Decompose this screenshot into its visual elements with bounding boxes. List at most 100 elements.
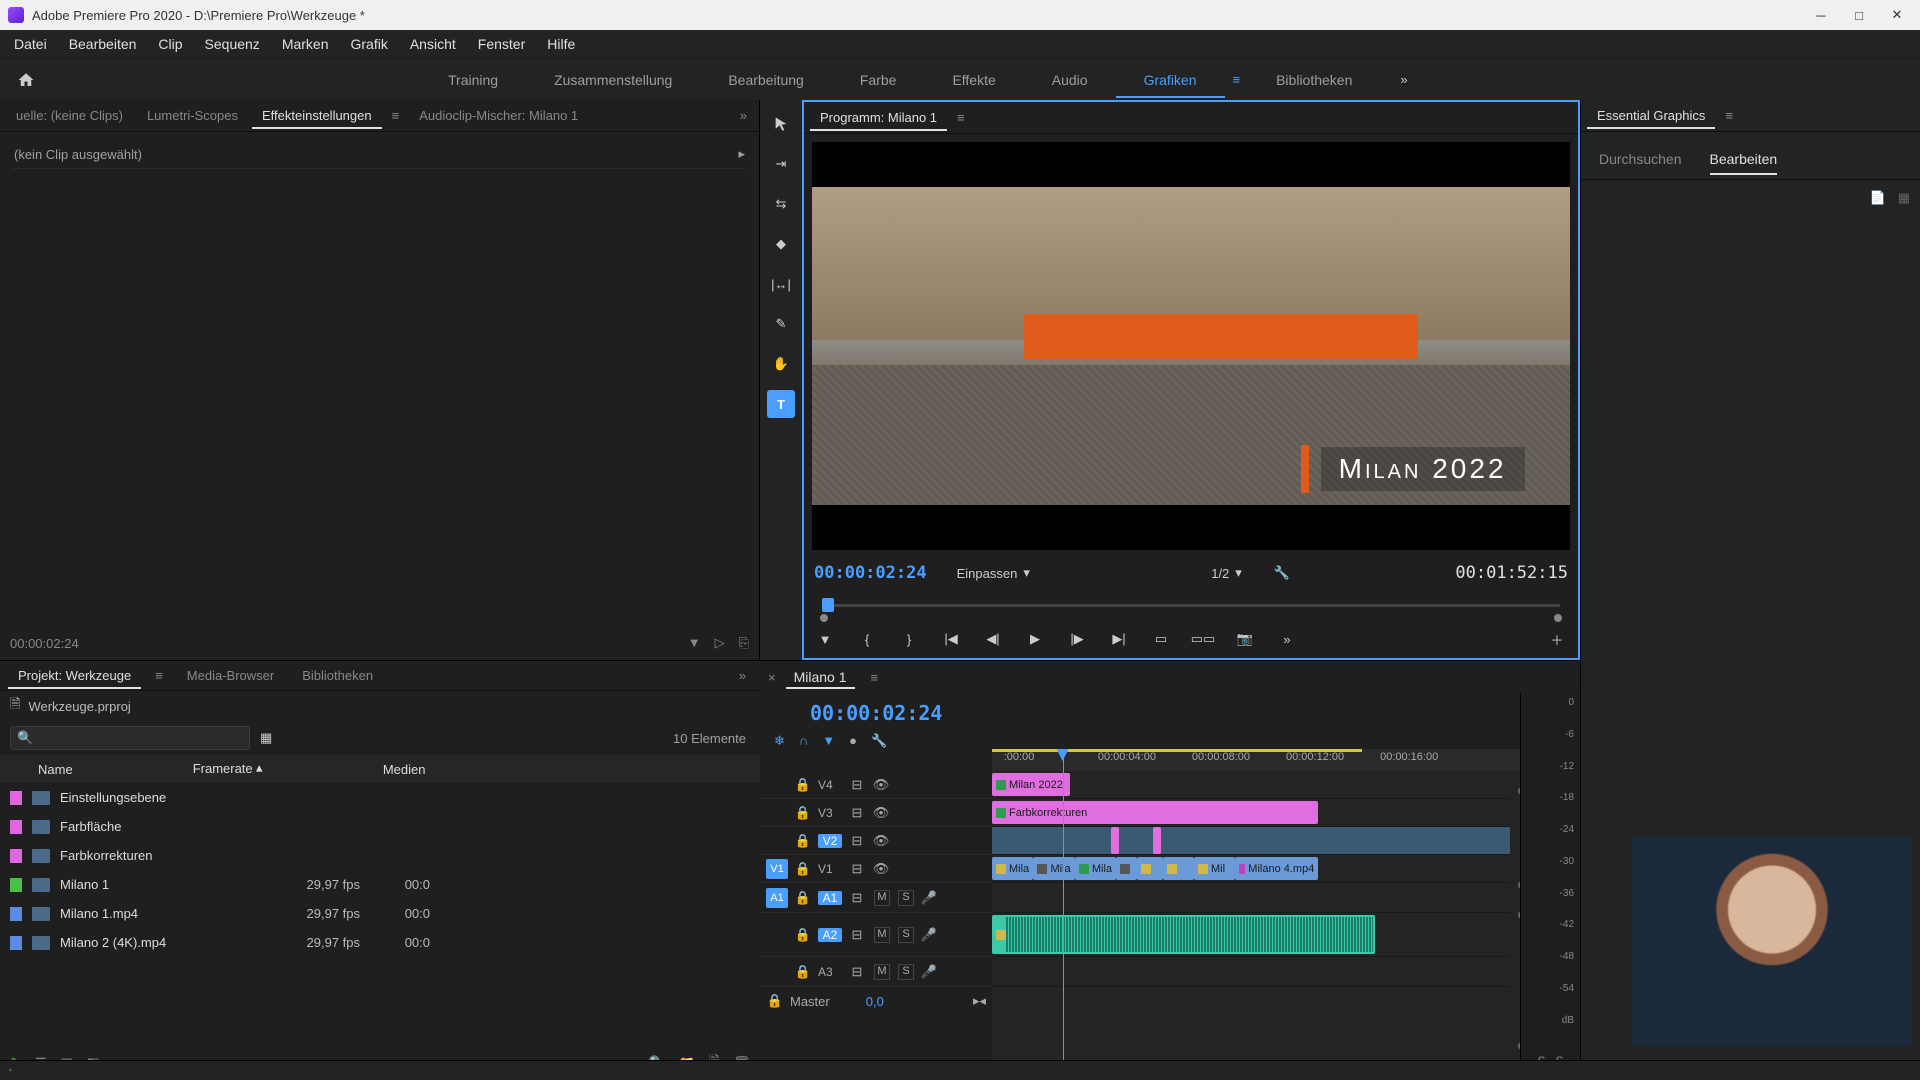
clip-v1-6[interactable] (1163, 857, 1194, 880)
mute-button[interactable]: M (874, 964, 890, 980)
button-editor-icon[interactable]: ＋ (1546, 628, 1568, 650)
zoom-handle-left[interactable] (820, 614, 828, 622)
project-item[interactable]: Farbkorrekturen (0, 841, 760, 870)
col-name[interactable]: Name (38, 762, 73, 777)
project-item[interactable]: Milano 2 (4K).mp4 29,97 fps 00:0 (0, 928, 760, 957)
sync-lock-icon[interactable]: ⊟ (848, 777, 866, 793)
menu-hilfe[interactable]: Hilfe (537, 32, 585, 56)
menu-fenster[interactable]: Fenster (468, 32, 535, 56)
play-button[interactable]: ▶ (1024, 628, 1046, 650)
col-framerate[interactable]: Framerate ▾ (193, 761, 263, 777)
sync-lock-icon[interactable]: ⊟ (848, 833, 866, 849)
eg-tab-bearbeiten[interactable]: Bearbeiten (1710, 143, 1778, 175)
project-panel-menu-icon[interactable]: ≡ (149, 668, 169, 683)
settings-icon[interactable]: 🔧 (1274, 565, 1290, 581)
lock-icon[interactable]: 🔒 (794, 861, 812, 877)
lock-icon[interactable]: 🔒 (766, 993, 784, 1009)
linked-selection-icon[interactable]: ∩ (799, 733, 808, 749)
clip-v1-4[interactable] (1116, 857, 1137, 880)
workspace-effekte[interactable]: Effekte (924, 62, 1023, 98)
home-button[interactable] (12, 66, 40, 94)
project-item[interactable]: Milano 1 29,97 fps 00:0 (0, 870, 760, 899)
lock-icon[interactable]: 🔒 (794, 777, 812, 793)
workspace-menu-icon[interactable]: ≡ (1225, 62, 1249, 97)
menu-clip[interactable]: Clip (148, 32, 192, 56)
a1-source-patch[interactable]: A1 (766, 888, 788, 908)
voice-icon[interactable]: 🎤 (920, 964, 938, 980)
mute-button[interactable]: M (874, 890, 890, 906)
eg-tab-durchsuchen[interactable]: Durchsuchen (1599, 143, 1682, 175)
track-v2-label[interactable]: V2 (818, 834, 842, 848)
step-forward-button[interactable]: |▶ (1066, 628, 1088, 650)
close-sequence-icon[interactable]: × (768, 670, 776, 685)
track-a2-label[interactable]: A2 (818, 928, 842, 942)
selection-tool[interactable] (767, 110, 795, 138)
clip-v1-5[interactable] (1137, 857, 1163, 880)
lock-icon[interactable]: 🔒 (794, 890, 812, 906)
tab-bibliotheken-proj[interactable]: Bibliotheken (292, 662, 383, 689)
add-marker-button[interactable]: ▼ (814, 628, 836, 650)
fit-dropdown[interactable]: Einpassen▾ (949, 563, 1038, 583)
playhead[interactable] (1063, 749, 1064, 1064)
snap-icon[interactable]: ❄ (774, 733, 785, 749)
sync-lock-icon[interactable]: ⊟ (848, 805, 866, 821)
eg-panel-menu-icon[interactable]: ≡ (1719, 108, 1739, 123)
workspace-grafiken[interactable]: Grafiken (1116, 62, 1225, 98)
voice-icon[interactable]: 🎤 (920, 890, 938, 906)
type-tool[interactable]: T (767, 390, 795, 418)
col-medien[interactable]: Medien (383, 762, 426, 777)
razor-tool[interactable]: ◆ (767, 230, 795, 258)
insert-icon[interactable]: ▷ (715, 635, 725, 651)
lock-icon[interactable]: 🔒 (794, 805, 812, 821)
workspace-bearbeitung[interactable]: Bearbeitung (700, 62, 832, 98)
workspace-bibliotheken[interactable]: Bibliotheken (1248, 62, 1380, 98)
slip-tool[interactable]: |↔| (767, 270, 795, 298)
close-button[interactable]: ✕ (1882, 5, 1912, 25)
eye-icon[interactable]: 👁 (872, 861, 890, 877)
menu-sequenz[interactable]: Sequenz (195, 32, 270, 56)
new-layer-icon[interactable]: 📄 (1870, 190, 1886, 206)
transport-overflow-icon[interactable]: » (1276, 628, 1298, 650)
clip-v2-marker[interactable] (1153, 827, 1161, 854)
tab-media-browser[interactable]: Media-Browser (177, 662, 284, 689)
tab-programm[interactable]: Programm: Milano 1 (810, 104, 947, 131)
lift-button[interactable]: ▭ (1150, 628, 1172, 650)
program-timecode[interactable]: 00:00:02:24 (814, 563, 927, 583)
clip-v3[interactable]: Farbkorrekturen (992, 801, 1318, 824)
minimize-button[interactable]: ─ (1806, 5, 1836, 25)
resolution-dropdown[interactable]: 1/2▾ (1203, 563, 1250, 583)
time-ruler[interactable]: :00:00 00:00:04:00 00:00:08:00 00:00:12:… (992, 749, 1580, 771)
timeline-panel-menu-icon[interactable]: ≡ (865, 670, 885, 685)
sync-lock-icon[interactable]: ⊟ (848, 927, 866, 943)
program-panel-menu-icon[interactable]: ≡ (951, 110, 971, 125)
new-bin-icon[interactable]: ▦ (260, 730, 272, 746)
group-icon[interactable]: ▦ (1898, 190, 1910, 206)
project-item[interactable]: Einstellungsebene (0, 783, 760, 812)
solo-button[interactable]: S (898, 927, 914, 943)
add-marker-tl-icon[interactable]: ▼ (822, 733, 835, 749)
clip-v2-marker[interactable] (1111, 827, 1119, 854)
project-search-input[interactable]: 🔍 (10, 726, 250, 750)
clip-audio[interactable] (992, 915, 1375, 954)
tab-projekt[interactable]: Projekt: Werkzeuge (8, 662, 141, 689)
voice-icon[interactable]: 🎤 (920, 927, 938, 943)
lock-icon[interactable]: 🔒 (794, 964, 812, 980)
clip-v1-8[interactable]: Milano 4.mp4 (1235, 857, 1318, 880)
extract-button[interactable]: ▭▭ (1192, 628, 1214, 650)
workspace-farbe[interactable]: Farbe (832, 62, 925, 98)
project-item[interactable]: Farbfläche (0, 812, 760, 841)
eye-icon[interactable]: 👁 (872, 777, 890, 793)
maximize-button[interactable]: □ (1844, 5, 1874, 25)
track-a3-label[interactable]: A3 (818, 965, 842, 979)
ripple-edit-tool[interactable]: ⇆ (767, 190, 795, 218)
timeline-timecode[interactable]: 00:00:02:24 (770, 697, 1002, 725)
program-scrubber[interactable] (814, 590, 1568, 618)
master-value[interactable]: 0,0 (866, 994, 884, 1009)
eye-icon[interactable]: 👁 (872, 805, 890, 821)
sync-lock-icon[interactable]: ⊟ (848, 890, 866, 906)
expand-icon[interactable]: ▸ (738, 146, 745, 162)
mark-out-button[interactable]: } (898, 628, 920, 650)
workspace-zusammenstellung[interactable]: Zusammenstellung (526, 62, 700, 98)
overwrite-icon[interactable]: ⎘ (739, 635, 749, 651)
tab-overflow-icon[interactable]: » (734, 108, 753, 123)
